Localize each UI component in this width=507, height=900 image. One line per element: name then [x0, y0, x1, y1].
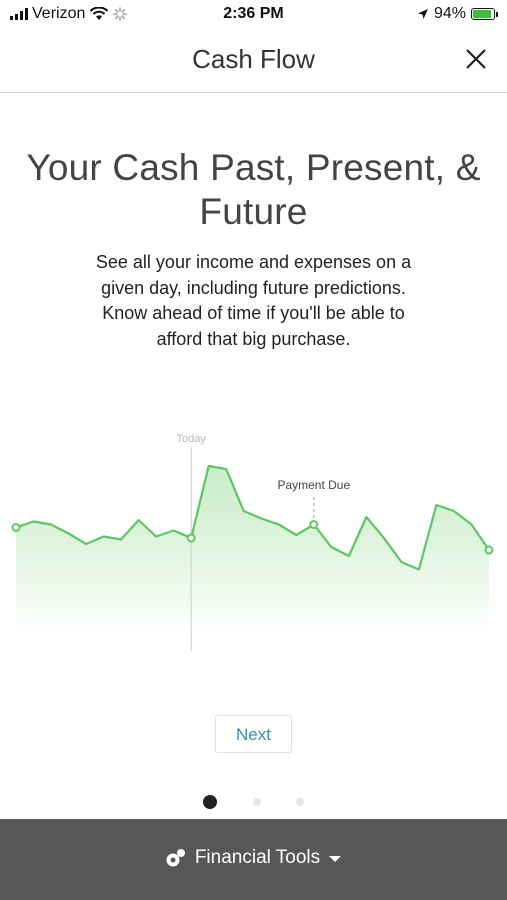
battery-percent: 94% — [433, 5, 466, 22]
chart-point-start — [11, 523, 21, 532]
status-right: 94% — [417, 5, 498, 23]
close-icon[interactable] — [461, 44, 491, 74]
status-bar: Verizon 2:36 PM 94% — [0, 0, 507, 30]
page-dot-3[interactable] — [296, 798, 304, 806]
financial-tools-label: Financial Tools — [194, 847, 321, 868]
chevron-down-icon — [329, 856, 342, 862]
bottom-bar: Financial Tools — [0, 819, 507, 900]
financial-tools-icon — [166, 849, 185, 867]
page-dot-1-active[interactable] — [203, 795, 217, 809]
page-title: Cash Flow — [192, 44, 315, 74]
cash-flow-chart: Today Payment Due — [11, 433, 494, 651]
hero-title: Your Cash Past, Present, & Future — [26, 147, 481, 232]
location-arrow-icon — [417, 9, 428, 19]
hero-description: See all your income and expenses on a gi… — [95, 252, 412, 349]
battery-level — [473, 10, 491, 18]
page-indicator — [0, 795, 507, 809]
chart-area-fill — [16, 466, 489, 635]
payment-due-label: Payment Due — [277, 478, 350, 492]
chart-point-end — [484, 545, 494, 555]
next-button[interactable]: Next — [215, 715, 292, 753]
header: Cash Flow — [0, 30, 507, 93]
financial-tools-menu[interactable]: Financial Tools — [0, 847, 507, 869]
chart-point-today — [186, 533, 196, 543]
today-label: Today — [177, 433, 207, 445]
battery-icon — [471, 8, 498, 20]
page-dot-2[interactable] — [253, 798, 261, 806]
chart-point-payment-due — [309, 520, 319, 529]
